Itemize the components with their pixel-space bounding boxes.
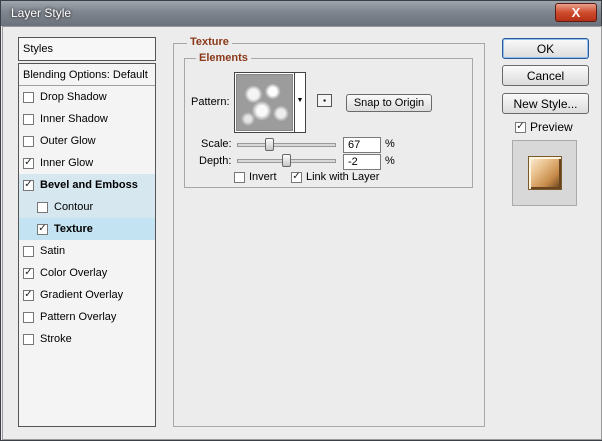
style-item-label: Stroke bbox=[40, 333, 72, 345]
style-item-label: Inner Shadow bbox=[40, 113, 108, 125]
styles-list: Blending Options: Default Drop Shadow In… bbox=[18, 63, 156, 427]
style-item-label: Pattern Overlay bbox=[40, 311, 117, 323]
style-item-label: Inner Glow bbox=[40, 157, 94, 169]
title-bar[interactable]: Layer Style X bbox=[1, 1, 601, 26]
link-with-layer-label: Link with Layer bbox=[306, 171, 380, 183]
depth-label: Depth: bbox=[199, 155, 232, 167]
styles-header[interactable]: Styles bbox=[18, 37, 156, 61]
style-item-label: Drop Shadow bbox=[40, 91, 107, 103]
bevel-emboss-checkbox[interactable]: ✓ bbox=[23, 179, 34, 191]
color-overlay-checkbox[interactable]: ✓ bbox=[23, 267, 34, 279]
pattern-overlay-checkbox[interactable] bbox=[23, 311, 34, 323]
scale-slider-thumb[interactable] bbox=[265, 138, 274, 151]
preview-checkbox[interactable]: ✓ bbox=[515, 121, 526, 133]
invert-label: Invert bbox=[249, 171, 277, 183]
style-item-label: Satin bbox=[40, 245, 66, 257]
style-item-bevel-emboss[interactable]: ✓ Bevel and Emboss bbox=[19, 174, 155, 196]
style-item-gradient-overlay[interactable]: ✓ Gradient Overlay bbox=[19, 284, 155, 306]
pattern-swatch[interactable] bbox=[234, 72, 295, 133]
link-with-layer-checkbox[interactable]: ✓ bbox=[291, 171, 302, 183]
depth-slider-thumb[interactable] bbox=[282, 154, 291, 167]
style-item-contour[interactable]: Contour bbox=[19, 196, 155, 218]
style-item-satin[interactable]: Satin bbox=[19, 240, 155, 262]
texture-checkbox[interactable]: ✓ bbox=[37, 223, 48, 235]
preview-label: Preview bbox=[530, 120, 573, 134]
style-item-texture[interactable]: ✓ Texture bbox=[19, 218, 155, 240]
layer-style-dialog: Layer Style X Styles Blending Options: D… bbox=[0, 0, 602, 441]
link-with-layer-option[interactable]: ✓ Link with Layer bbox=[291, 171, 379, 183]
preview-swatch bbox=[527, 156, 562, 190]
depth-slider[interactable] bbox=[237, 154, 336, 168]
satin-checkbox[interactable] bbox=[23, 245, 34, 257]
scale-slider-track bbox=[237, 143, 336, 147]
inner-glow-checkbox[interactable]: ✓ bbox=[23, 157, 34, 169]
scale-percent-label: % bbox=[385, 138, 395, 150]
style-item-label: Bevel and Emboss bbox=[40, 179, 138, 191]
style-item-inner-glow[interactable]: ✓ Inner Glow bbox=[19, 152, 155, 174]
ok-button[interactable]: OK bbox=[502, 38, 589, 59]
scale-label: Scale: bbox=[201, 138, 232, 150]
style-item-label: Gradient Overlay bbox=[40, 289, 124, 301]
drop-shadow-checkbox[interactable] bbox=[23, 91, 34, 103]
invert-checkbox[interactable] bbox=[234, 171, 245, 183]
gradient-overlay-checkbox[interactable]: ✓ bbox=[23, 289, 34, 301]
elements-group bbox=[184, 58, 473, 188]
style-preview bbox=[512, 140, 577, 206]
style-item-label: Contour bbox=[54, 201, 94, 213]
style-item-drop-shadow[interactable]: Drop Shadow bbox=[19, 86, 155, 108]
inner-shadow-checkbox[interactable] bbox=[23, 113, 34, 125]
style-item-label: Texture bbox=[54, 223, 93, 235]
pattern-preview bbox=[236, 74, 293, 131]
style-item-pattern-overlay[interactable]: Pattern Overlay bbox=[19, 306, 155, 328]
stroke-checkbox[interactable] bbox=[23, 333, 34, 345]
style-item-label: Color Overlay bbox=[40, 267, 108, 279]
new-preset-icon[interactable]: ▪ bbox=[317, 94, 332, 107]
invert-option[interactable]: Invert bbox=[234, 171, 277, 183]
style-item-label: Outer Glow bbox=[40, 135, 96, 147]
depth-input[interactable]: -2 bbox=[343, 154, 381, 170]
preview-option[interactable]: ✓ Preview bbox=[515, 120, 573, 134]
scale-slider[interactable] bbox=[237, 138, 336, 152]
new-style-button[interactable]: New Style... bbox=[502, 93, 589, 114]
style-item-stroke[interactable]: Stroke bbox=[19, 328, 155, 350]
scale-input[interactable]: 67 bbox=[343, 137, 381, 153]
close-button[interactable]: X bbox=[555, 3, 597, 22]
window-title: Layer Style bbox=[11, 6, 72, 20]
pattern-label: Pattern: bbox=[191, 96, 230, 108]
texture-group-title: Texture bbox=[187, 36, 232, 48]
snap-to-origin-button[interactable]: Snap to Origin bbox=[346, 94, 432, 112]
pattern-dropdown-arrow-icon[interactable]: ▼ bbox=[295, 72, 306, 133]
blending-options-item[interactable]: Blending Options: Default bbox=[19, 64, 155, 86]
depth-percent-label: % bbox=[385, 155, 395, 167]
cancel-button[interactable]: Cancel bbox=[502, 65, 589, 86]
style-item-color-overlay[interactable]: ✓ Color Overlay bbox=[19, 262, 155, 284]
elements-group-title: Elements bbox=[196, 52, 251, 64]
contour-checkbox[interactable] bbox=[37, 201, 48, 213]
style-item-outer-glow[interactable]: Outer Glow bbox=[19, 130, 155, 152]
outer-glow-checkbox[interactable] bbox=[23, 135, 34, 147]
style-item-inner-shadow[interactable]: Inner Shadow bbox=[19, 108, 155, 130]
